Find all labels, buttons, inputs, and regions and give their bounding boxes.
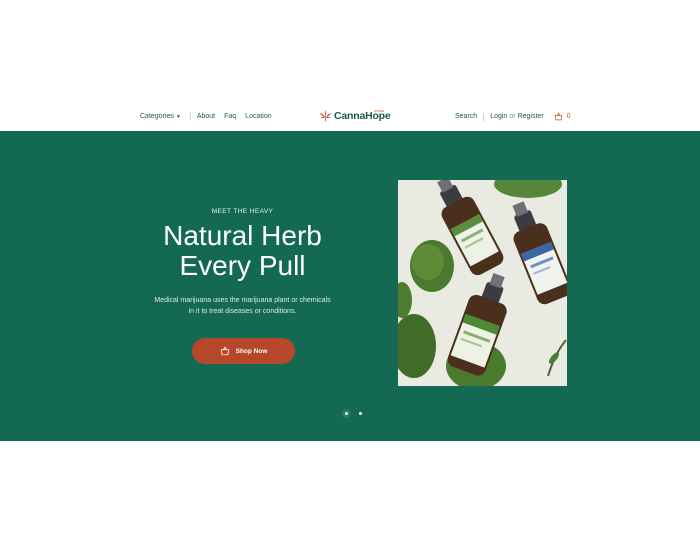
cannabis-leaf-icon bbox=[319, 109, 332, 122]
site-logo[interactable]: CannaHope STORE bbox=[319, 109, 391, 122]
slider-pagination bbox=[342, 409, 362, 418]
product-photo bbox=[398, 180, 567, 386]
nav-categories-dropdown[interactable]: Categories ▼ bbox=[140, 113, 181, 120]
nav-categories-label: Categories bbox=[140, 112, 174, 120]
slider-dot-active[interactable] bbox=[342, 409, 351, 418]
cart-count: 0 bbox=[566, 113, 571, 120]
nav-link-faq[interactable]: Faq bbox=[224, 113, 236, 120]
nav-register-link[interactable]: Register bbox=[518, 113, 544, 120]
site-header: Categories ▼ About Faq Location CannaHope… bbox=[0, 103, 700, 131]
nav-link-about[interactable]: About bbox=[197, 113, 215, 120]
nav-link-location[interactable]: Location bbox=[245, 113, 271, 120]
nav-search-link[interactable]: Search bbox=[455, 113, 477, 120]
hero-headline-line-2: Every Pull bbox=[179, 250, 306, 281]
hero-headline-line-1: Natural Herb bbox=[163, 220, 322, 251]
tincture-bottles-image bbox=[398, 180, 567, 386]
nav-login-link[interactable]: Login bbox=[490, 113, 507, 120]
nav-or-text: or bbox=[509, 113, 516, 120]
nav-divider bbox=[189, 112, 191, 120]
hero-subtitle-line-2: in it to treat diseases or conditions. bbox=[188, 308, 297, 315]
cart-button[interactable]: 0 bbox=[554, 112, 571, 121]
nav-divider bbox=[483, 112, 485, 121]
account-nav: Search Login or Register 0 bbox=[455, 112, 571, 121]
logo-tagline: STORE bbox=[374, 109, 385, 113]
shopping-basket-icon bbox=[554, 112, 562, 121]
shopping-basket-icon bbox=[220, 346, 229, 356]
hero-banner: MEET THE HEAVY Natural Herb Every Pull M… bbox=[0, 131, 700, 441]
shop-now-label: Shop Now bbox=[235, 347, 268, 355]
primary-nav: Categories ▼ About Faq Location bbox=[140, 112, 281, 120]
slider-dot[interactable] bbox=[359, 412, 362, 415]
chevron-down-icon: ▼ bbox=[175, 113, 181, 120]
hero-subtitle-line-1: Medical marijuana uses the marijuana pla… bbox=[154, 297, 331, 304]
shop-now-button[interactable]: Shop Now bbox=[192, 338, 295, 364]
